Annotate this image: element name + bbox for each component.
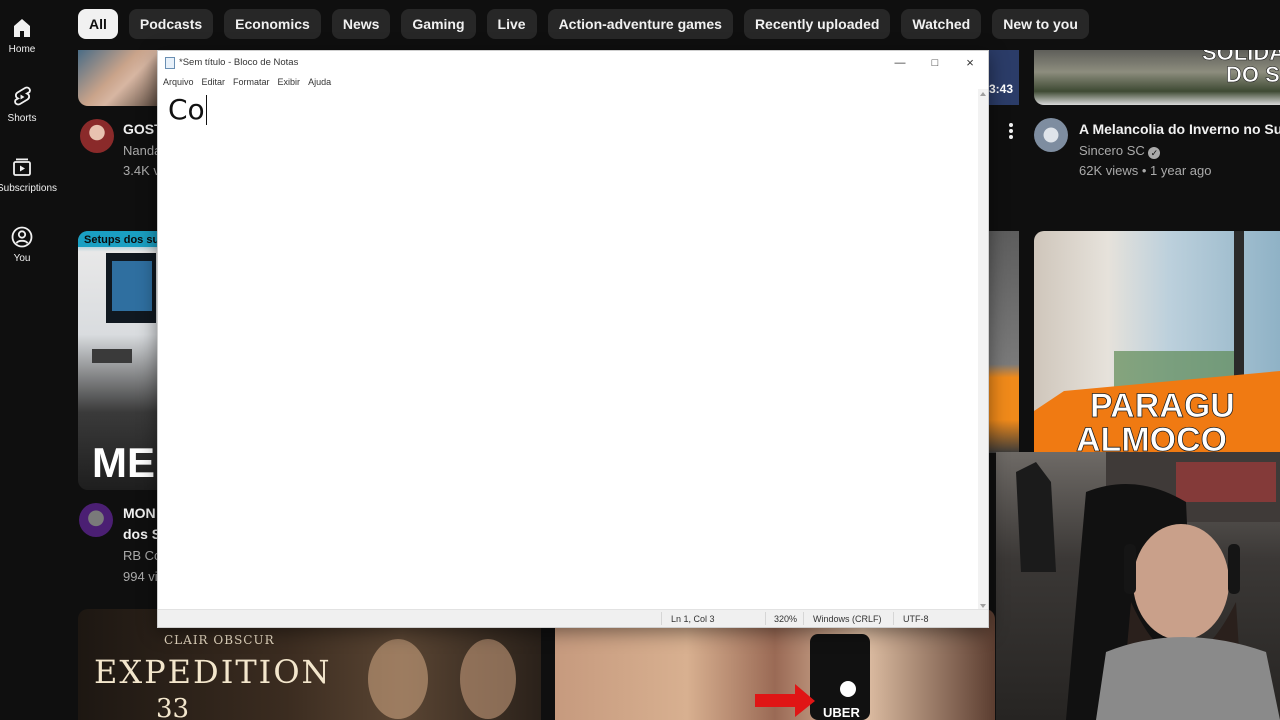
thumb-banner-text: Setups dos su (84, 234, 158, 246)
menu-formatar[interactable]: Formatar (233, 75, 270, 89)
channel-avatar[interactable] (1034, 118, 1068, 152)
chip-recently-uploaded[interactable]: Recently uploaded (743, 9, 891, 39)
minimize-icon[interactable]: — (882, 51, 918, 75)
shorts-icon (14, 86, 31, 106)
rail-item-you[interactable]: You (0, 225, 44, 264)
menu-arquivo[interactable]: Arquivo (163, 75, 194, 89)
channel-name: Sincero SC (1079, 143, 1145, 158)
rail-item-subscriptions[interactable]: Subscriptions (0, 155, 58, 194)
more-options-icon[interactable] (1008, 122, 1014, 140)
svg-text:EXPEDITION: EXPEDITION (94, 653, 332, 691)
chip-new-to-you[interactable]: New to you (992, 9, 1089, 39)
rail-label-shorts: Shorts (7, 113, 37, 124)
video-meta: 994 vi (123, 569, 158, 584)
video-thumbnail-edge (989, 50, 1019, 105)
video-thumbnail[interactable] (78, 50, 158, 106)
status-zoom: 320% (774, 614, 798, 624)
status-cursor-position: Ln 1, Col 3 (671, 614, 715, 624)
thumbnail-art: PARAGU ALMOCO (1034, 231, 1280, 453)
maximize-icon[interactable]: □ (917, 51, 953, 75)
status-divider (893, 612, 894, 625)
video-meta: 3.4K v (123, 163, 160, 178)
svg-text:ALMOCO: ALMOCO (1076, 421, 1227, 453)
status-encoding: UTF-8 (903, 614, 929, 624)
svg-text:UBER: UBER (823, 705, 860, 720)
webcam-art (1016, 452, 1280, 720)
desktop-screen: Home Shorts Subscriptions You All Podcas… (0, 0, 1280, 720)
vertical-scrollbar[interactable] (978, 89, 988, 611)
video-channel[interactable]: Sincero SC ✓ (1079, 143, 1161, 159)
video-title[interactable]: A Melancolia do Inverno no Su (1079, 121, 1280, 137)
notepad-content: Co (168, 93, 205, 126)
thumbnail-art: SOLIDÃO NO DO S (1202, 50, 1280, 87)
chip-gaming[interactable]: Gaming (401, 9, 476, 39)
svg-text:CLAIR OBSCUR: CLAIR OBSCUR (164, 633, 275, 647)
webcam-overlay (996, 452, 1280, 720)
rail-label-home: Home (8, 44, 36, 55)
video-title-line2[interactable]: dos S (123, 526, 161, 542)
notepad-titlebar[interactable]: *Sem título - Bloco de Notas — □ × (158, 51, 988, 75)
close-icon[interactable]: × (952, 51, 988, 75)
svg-text:33: 33 (156, 694, 189, 720)
video-thumbnail[interactable]: Setups dos su ME (78, 231, 158, 490)
chip-watched[interactable]: Watched (901, 9, 982, 39)
status-divider (661, 612, 662, 625)
video-channel[interactable]: Nanda (123, 143, 161, 158)
status-line-endings: Windows (CRLF) (813, 614, 882, 624)
video-channel[interactable]: RB Co (123, 548, 161, 563)
scroll-up-icon[interactable] (980, 92, 986, 96)
chip-all[interactable]: All (78, 9, 118, 39)
svg-text:DO S: DO S (1226, 62, 1280, 87)
you-icon (11, 226, 33, 248)
notepad-text-area[interactable]: Co (168, 93, 968, 603)
rail-label-you: You (13, 253, 31, 264)
status-divider (803, 612, 804, 625)
svg-text:PARAGU: PARAGU (1090, 387, 1235, 425)
text-caret (205, 95, 207, 125)
thumbnail-art: Setups dos su ME (78, 231, 158, 486)
menu-ajuda[interactable]: Ajuda (308, 75, 331, 89)
channel-avatar[interactable] (80, 119, 114, 153)
video-meta: 62K views • 1 year ago (1079, 163, 1212, 178)
channel-avatar[interactable] (79, 503, 113, 537)
rail-label-subscriptions: Subscriptions (0, 183, 58, 194)
chip-action-adventure-games[interactable]: Action-adventure games (547, 9, 733, 39)
youtube-guide-rail: Home Shorts Subscriptions You (0, 0, 58, 720)
video-thumbnail[interactable]: SOLIDÃO NO DO S (1034, 50, 1280, 105)
video-thumbnail-edge (989, 231, 1019, 453)
chip-news[interactable]: News (331, 9, 391, 39)
filter-chips-bar: All Podcasts Economics News Gaming Live … (78, 9, 1089, 39)
menu-exibir[interactable]: Exibir (278, 75, 301, 89)
video-duration: 3:43 (989, 82, 1014, 96)
verified-badge-icon: ✓ (1148, 147, 1161, 159)
subscriptions-icon (13, 158, 31, 176)
status-divider (765, 612, 766, 625)
chip-podcasts[interactable]: Podcasts (128, 9, 214, 39)
chip-economics[interactable]: Economics (224, 9, 321, 39)
notepad-statusbar: Ln 1, Col 3 320% Windows (CRLF) UTF-8 (158, 609, 988, 627)
menu-editar[interactable]: Editar (202, 75, 226, 89)
video-thumbnail[interactable]: PARAGU ALMOCO (1034, 231, 1280, 453)
svg-text:ME: ME (92, 439, 155, 486)
notepad-menubar: Arquivo Editar Formatar Exibir Ajuda (158, 75, 988, 89)
chip-live[interactable]: Live (486, 9, 537, 39)
rail-item-home[interactable]: Home (0, 16, 44, 55)
notepad-window[interactable]: *Sem título - Bloco de Notas — □ × Arqui… (157, 50, 989, 628)
notepad-app-icon (165, 57, 175, 69)
window-title: *Sem título - Bloco de Notas (179, 57, 299, 68)
scroll-down-icon[interactable] (980, 604, 986, 608)
rail-item-shorts[interactable]: Shorts (0, 85, 44, 124)
video-title[interactable]: MON (123, 505, 156, 521)
home-icon (14, 19, 30, 37)
